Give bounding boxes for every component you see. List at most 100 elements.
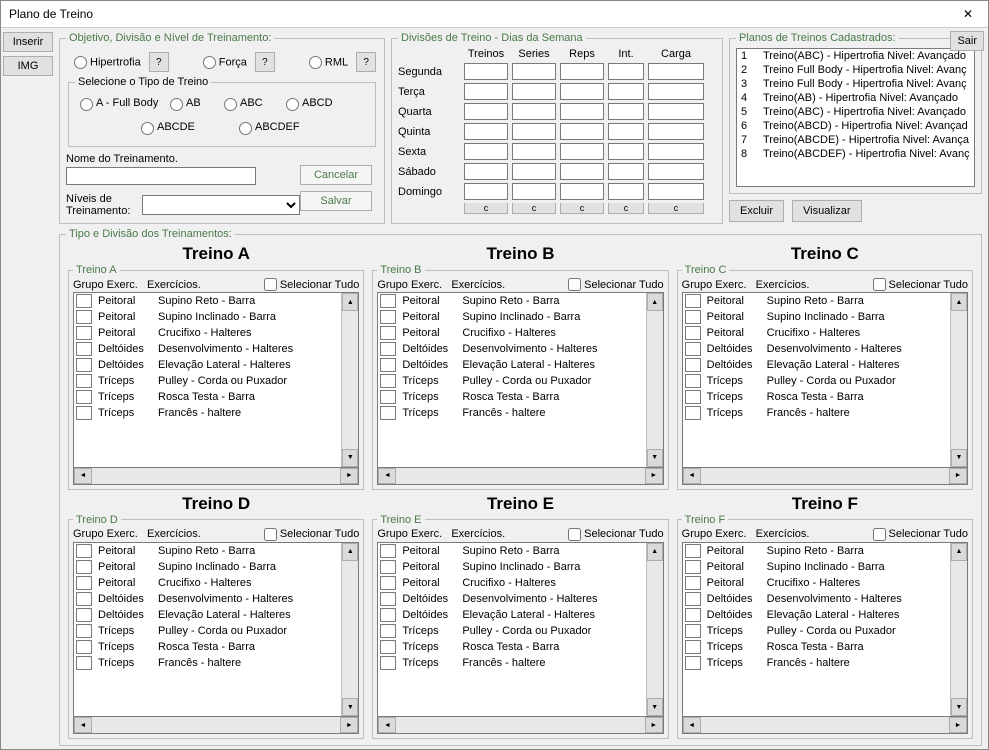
scroll-up-icon[interactable]: ▲ — [951, 293, 967, 311]
radio-a[interactable]: A - Full Body — [75, 95, 165, 111]
day-input[interactable] — [560, 183, 604, 200]
row-checkbox[interactable] — [685, 294, 701, 308]
plano-row[interactable]: 4Treino(AB) - Hipertrofia Nivel: Avançad… — [737, 91, 974, 105]
plano-row[interactable]: 1Treino(ABC) - Hipertrofia Nivel: Avança… — [737, 49, 974, 63]
scroll-up-icon[interactable]: ▲ — [342, 293, 358, 311]
exercise-list[interactable]: PeitoralSupino Reto - BarraPeitoralSupin… — [683, 293, 950, 467]
exercise-row[interactable]: TrícepsFrancês - haltere — [74, 655, 341, 671]
row-checkbox[interactable] — [380, 560, 396, 574]
day-input[interactable] — [608, 143, 644, 160]
plano-row[interactable]: 6Treino(ABCD) - Hipertrofia Nivel: Avanç… — [737, 119, 974, 133]
exercise-row[interactable]: TrícepsRosca Testa - Barra — [74, 639, 341, 655]
row-checkbox[interactable] — [76, 624, 92, 638]
salvar-button[interactable]: Salvar — [300, 191, 372, 211]
row-checkbox[interactable] — [76, 640, 92, 654]
exercise-row[interactable]: TrícepsFrancês - haltere — [378, 405, 645, 421]
row-checkbox[interactable] — [685, 608, 701, 622]
day-input[interactable] — [512, 63, 556, 80]
niveis-select[interactable] — [142, 195, 300, 215]
row-checkbox[interactable] — [380, 656, 396, 670]
scroll-left-icon[interactable]: ◄ — [378, 468, 396, 484]
exercise-row[interactable]: TrícepsPulley - Corda ou Puxador — [74, 623, 341, 639]
day-input[interactable] — [648, 83, 704, 100]
scroll-right-icon[interactable]: ► — [645, 468, 663, 484]
row-checkbox[interactable] — [76, 592, 92, 606]
exercise-row[interactable]: TrícepsFrancês - haltere — [683, 405, 950, 421]
scroll-up-icon[interactable]: ▲ — [342, 543, 358, 561]
day-input[interactable] — [464, 183, 508, 200]
exercise-row[interactable]: TrícepsFrancês - haltere — [683, 655, 950, 671]
exercise-row[interactable]: TrícepsPulley - Corda ou Puxador — [378, 623, 645, 639]
exercise-list[interactable]: PeitoralSupino Reto - BarraPeitoralSupin… — [74, 293, 341, 467]
row-checkbox[interactable] — [380, 576, 396, 590]
exercise-row[interactable]: TrícepsFrancês - haltere — [74, 405, 341, 421]
exercise-row[interactable]: PeitoralSupino Reto - Barra — [378, 543, 645, 559]
day-input[interactable] — [512, 83, 556, 100]
help-hipertrofia[interactable]: ? — [149, 52, 169, 72]
scroll-down-icon[interactable]: ▼ — [342, 698, 358, 716]
row-checkbox[interactable] — [685, 544, 701, 558]
exercise-row[interactable]: DeltóidesElevação Lateral - Halteres — [378, 607, 645, 623]
plano-row[interactable]: 2Treino Full Body - Hipertrofia Nivel: A… — [737, 63, 974, 77]
vscrollbar[interactable]: ▲▼ — [646, 293, 663, 467]
radio-forca[interactable]: Força — [195, 56, 247, 69]
exercise-row[interactable]: PeitoralCrucifixo - Halteres — [378, 325, 645, 341]
row-checkbox[interactable] — [76, 326, 92, 340]
hscrollbar[interactable]: ◄► — [682, 716, 968, 734]
exercise-row[interactable]: PeitoralSupino Inclinado - Barra — [683, 559, 950, 575]
day-input[interactable] — [512, 163, 556, 180]
exercise-list[interactable]: PeitoralSupino Reto - BarraPeitoralSupin… — [683, 543, 950, 717]
exercise-row[interactable]: TrícepsPulley - Corda ou Puxador — [683, 373, 950, 389]
row-checkbox[interactable] — [380, 310, 396, 324]
col-c[interactable]: c — [648, 203, 704, 214]
exercise-row[interactable]: DeltóidesDesenvolvimento - Halteres — [378, 591, 645, 607]
exercise-row[interactable]: PeitoralSupino Reto - Barra — [74, 293, 341, 309]
row-checkbox[interactable] — [380, 608, 396, 622]
day-input[interactable] — [560, 103, 604, 120]
radio-ab[interactable]: AB — [165, 95, 219, 111]
excluir-button[interactable]: Excluir — [729, 200, 784, 222]
day-input[interactable] — [464, 143, 508, 160]
day-input[interactable] — [560, 63, 604, 80]
planos-list[interactable]: 1Treino(ABC) - Hipertrofia Nivel: Avança… — [736, 48, 975, 187]
day-input[interactable] — [464, 163, 508, 180]
hscrollbar[interactable]: ◄► — [682, 467, 968, 485]
day-input[interactable] — [608, 83, 644, 100]
scroll-right-icon[interactable]: ► — [949, 717, 967, 733]
day-input[interactable] — [560, 163, 604, 180]
exercise-row[interactable]: PeitoralSupino Reto - Barra — [74, 543, 341, 559]
exercise-row[interactable]: TrícepsPulley - Corda ou Puxador — [74, 373, 341, 389]
nome-input[interactable] — [66, 167, 256, 185]
hscrollbar[interactable]: ◄► — [377, 467, 663, 485]
vscrollbar[interactable]: ▲▼ — [646, 543, 663, 717]
exercise-list[interactable]: PeitoralSupino Reto - BarraPeitoralSupin… — [74, 543, 341, 717]
row-checkbox[interactable] — [76, 608, 92, 622]
row-checkbox[interactable] — [380, 294, 396, 308]
day-input[interactable] — [648, 143, 704, 160]
radio-hipertrofia[interactable]: Hipertrofia — [66, 56, 141, 69]
col-c[interactable]: c — [512, 203, 556, 214]
exercise-row[interactable]: PeitoralCrucifixo - Halteres — [378, 575, 645, 591]
exercise-row[interactable]: PeitoralSupino Inclinado - Barra — [74, 559, 341, 575]
radio-abc[interactable]: ABC — [219, 95, 281, 111]
day-input[interactable] — [464, 83, 508, 100]
row-checkbox[interactable] — [380, 640, 396, 654]
row-checkbox[interactable] — [76, 576, 92, 590]
exercise-row[interactable]: TrícepsRosca Testa - Barra — [683, 389, 950, 405]
day-input[interactable] — [560, 83, 604, 100]
row-checkbox[interactable] — [685, 576, 701, 590]
day-input[interactable] — [512, 123, 556, 140]
select-all[interactable]: Selecionar Tudo — [568, 528, 664, 541]
vscrollbar[interactable]: ▲▼ — [341, 293, 358, 467]
row-checkbox[interactable] — [76, 406, 92, 420]
row-checkbox[interactable] — [380, 544, 396, 558]
day-input[interactable] — [608, 123, 644, 140]
scroll-right-icon[interactable]: ► — [340, 468, 358, 484]
scroll-left-icon[interactable]: ◄ — [74, 717, 92, 733]
select-all[interactable]: Selecionar Tudo — [873, 278, 969, 291]
radio-abcde[interactable]: ABCDE — [136, 119, 210, 135]
row-checkbox[interactable] — [685, 326, 701, 340]
scroll-down-icon[interactable]: ▼ — [951, 698, 967, 716]
row-checkbox[interactable] — [76, 294, 92, 308]
row-checkbox[interactable] — [380, 624, 396, 638]
